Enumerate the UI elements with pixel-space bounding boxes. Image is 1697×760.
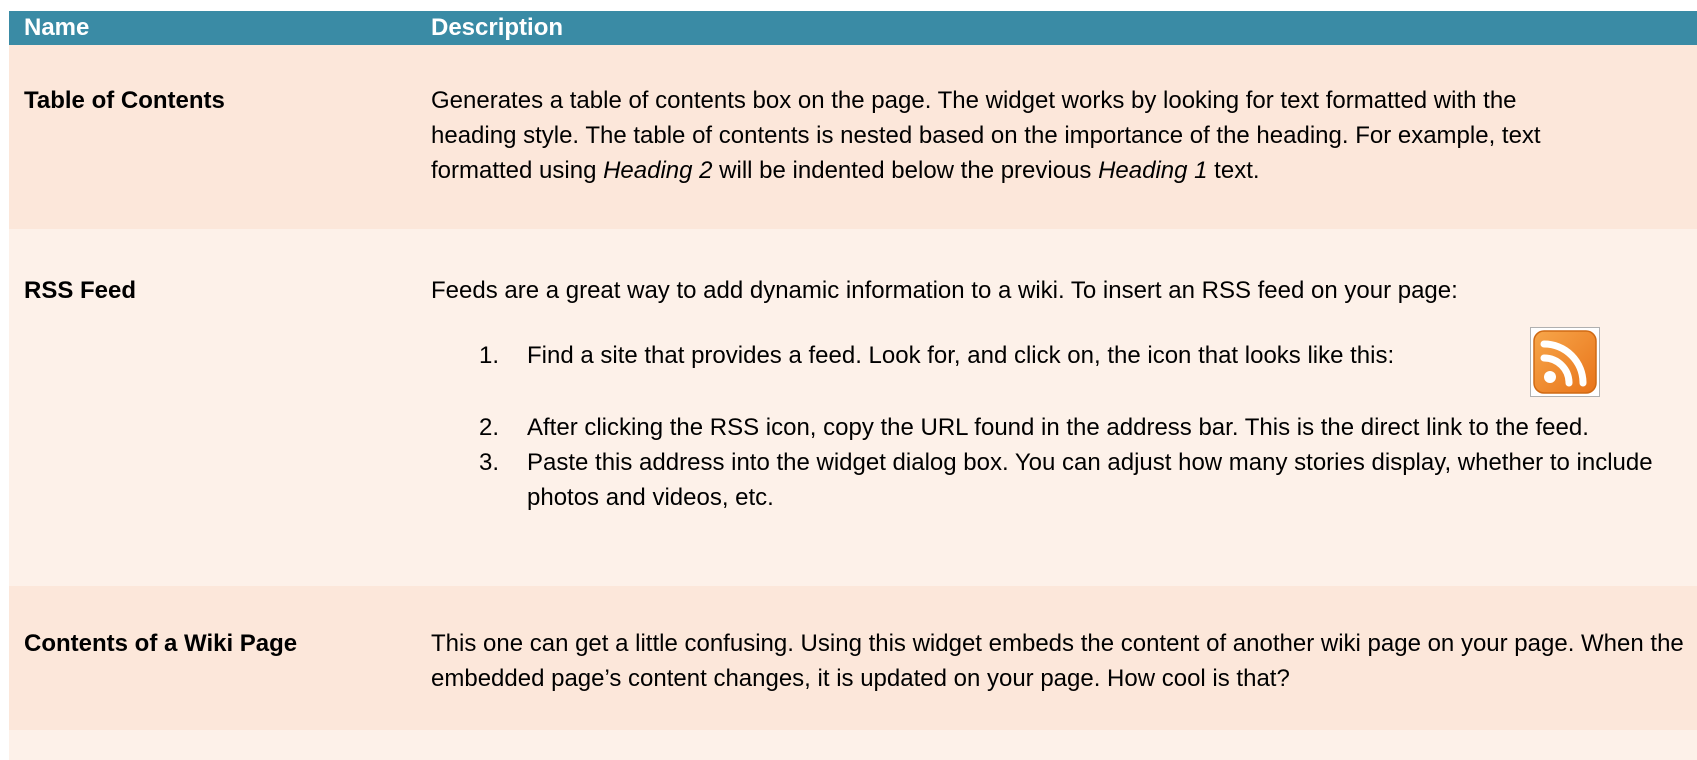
text-span: formatted using	[431, 157, 604, 184]
description-line: heading style. The table of contents is …	[431, 122, 1541, 149]
widgets-table: Name Description Table of Contents Gener…	[9, 11, 1697, 760]
heading-2-emphasis: Heading 2	[603, 157, 713, 184]
step-text: Find a site that provides a feed. Look f…	[527, 342, 1395, 369]
row-description: Feeds are a great way to add dynamic inf…	[431, 273, 1697, 586]
step-text: After clicking the RSS icon, copy the UR…	[527, 414, 1589, 441]
row-name: Table of Contents	[24, 87, 225, 114]
list-item: 2. After clicking the RSS icon, copy the…	[431, 410, 1687, 445]
description-line: formatted using Heading 2 will be indent…	[431, 153, 1687, 188]
table-row: RSS Feed Feeds are a great way to add dy…	[9, 229, 1697, 586]
row-name: Contents of a Wiki Page	[24, 630, 298, 657]
row-name: RSS Feed	[24, 277, 137, 304]
step-number: 2.	[479, 414, 500, 441]
rss-icon	[1530, 327, 1600, 397]
description-intro: Feeds are a great way to add dynamic inf…	[431, 277, 1458, 304]
step-number: 3.	[479, 449, 500, 476]
table-row	[9, 730, 1697, 760]
header-description: Description	[431, 14, 564, 41]
table-row: Table of Contents Generates a table of c…	[9, 45, 1697, 229]
list-item: 1. Find a site that provides a feed. Loo…	[431, 327, 1687, 397]
list-item: 3. Paste this address into the widget di…	[431, 445, 1687, 515]
text-span: text.	[1207, 157, 1260, 184]
description-line: Generates a table of contents box on the…	[431, 87, 1517, 114]
table-header: Name Description	[9, 11, 1697, 45]
steps-list: 1. Find a site that provides a feed. Loo…	[431, 327, 1687, 515]
header-name: Name	[24, 14, 90, 41]
step-number: 1.	[479, 342, 500, 369]
step-text: Paste this address into the widget dialo…	[527, 449, 1653, 511]
row-description: Generates a table of contents box on the…	[431, 83, 1697, 229]
heading-1-emphasis: Heading 1	[1098, 157, 1208, 184]
text-span: will be indented below the previous	[712, 157, 1099, 184]
row-description: This one can get a little confusing. Usi…	[431, 630, 1684, 692]
table-row: Contents of a Wiki Page This one can get…	[9, 586, 1697, 730]
